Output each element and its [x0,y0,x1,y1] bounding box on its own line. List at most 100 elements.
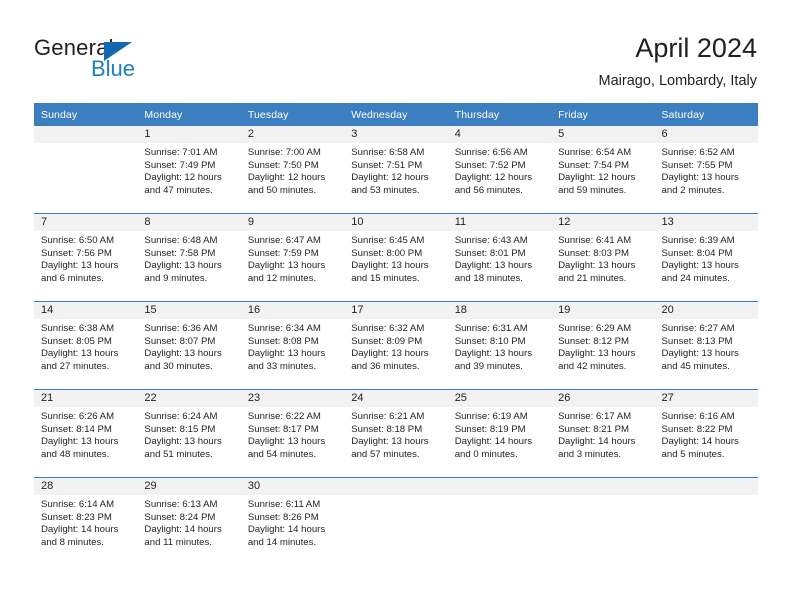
sunset-text: Sunset: 7:51 PM [351,159,423,171]
sunset-text: Sunset: 8:00 PM [351,247,423,259]
weekday-header-saturday: Saturday [654,103,758,126]
day-number: 23 [240,390,345,407]
calendar-day-cell [447,477,552,565]
sunset-text: Sunset: 7:54 PM [558,159,630,171]
sunrise-text: Sunrise: 6:48 AM [144,235,218,246]
sunrise-text: Sunrise: 6:36 AM [144,323,218,334]
masthead: General Blue April 2024 Mairago, Lombard… [0,0,792,102]
sunset-text: Sunset: 8:23 PM [41,511,112,523]
calendar-day-cell[interactable]: 10 Sunrise: 6:45 AM Sunset: 8:00 PM Dayligh… [344,213,448,302]
day-details: Sunrise: 6:38 AM Sunset: 8:05 PM Daylight:… [34,319,137,373]
day-cell-inner: 29 Sunrise: 6:13 AM Sunset: 8:24 PM Dayligh… [137,478,241,565]
day-number [551,478,655,495]
sunset-text: Sunset: 8:12 PM [558,335,630,347]
general-blue-logo[interactable]: General Blue [34,36,234,86]
calendar-day-cell[interactable]: 16 Sunrise: 6:34 AM Sunset: 8:08 PM Dayligh… [240,301,345,390]
daylight-text-line2: and 8 minutes. [41,536,104,548]
daylight-text-line2: and 5 minutes. [661,448,725,460]
calendar-day-cell[interactable]: 7 Sunrise: 6:50 AM Sunset: 7:56 PM Daylight… [34,213,138,302]
sunrise-text: Sunrise: 6:17 AM [558,411,632,422]
sunrise-text: Sunrise: 6:13 AM [144,499,218,510]
daylight-text-line1: Daylight: 13 hours [144,348,222,360]
calendar-table: Sunday Monday Tuesday Wednesday Thursday… [34,103,758,565]
day-cell-inner: 5 Sunrise: 6:54 AM Sunset: 7:54 PM Daylight… [551,126,655,213]
day-details: Sunrise: 6:11 AM Sunset: 8:26 PM Daylight:… [241,495,344,549]
daylight-text-line2: and 42 minutes. [558,360,627,372]
day-cell-inner: 10 Sunrise: 6:45 AM Sunset: 8:00 PM Dayligh… [344,214,448,301]
calendar-day-cell[interactable]: 25 Sunrise: 6:19 AM Sunset: 8:19 PM Dayligh… [447,389,552,478]
daylight-text-line1: Daylight: 14 hours [41,524,119,536]
day-details: Sunrise: 6:26 AM Sunset: 8:14 PM Daylight:… [34,407,137,461]
calendar-day-cell[interactable]: 18 Sunrise: 6:31 AM Sunset: 8:10 PM Dayligh… [447,301,552,390]
calendar-day-cell[interactable]: 17 Sunrise: 6:32 AM Sunset: 8:09 PM Dayligh… [344,301,448,390]
day-cell-inner: 28 Sunrise: 6:14 AM Sunset: 8:23 PM Dayligh… [34,478,138,565]
page-subtitle: Mairago, Lombardy, Italy [598,73,758,89]
calendar-day-cell[interactable]: 2 Sunrise: 7:00 AM Sunset: 7:50 PM Daylight… [240,126,345,214]
calendar-day-cell[interactable]: 29 Sunrise: 6:13 AM Sunset: 8:24 PM Dayligh… [137,477,241,565]
day-cell-inner: 23 Sunrise: 6:22 AM Sunset: 8:17 PM Dayligh… [240,390,345,477]
sunrise-text: Sunrise: 7:01 AM [144,147,218,158]
day-number: 21 [34,390,138,407]
calendar-day-cell[interactable]: 15 Sunrise: 6:36 AM Sunset: 8:07 PM Dayligh… [137,301,241,390]
sunrise-text: Sunrise: 6:45 AM [351,235,425,246]
daylight-text-line1: Daylight: 13 hours [558,260,636,272]
sunrise-text: Sunrise: 6:24 AM [144,411,218,422]
day-cell-inner [34,126,138,213]
calendar-day-cell[interactable]: 4 Sunrise: 6:56 AM Sunset: 7:52 PM Daylight… [447,126,552,214]
daylight-text-line1: Daylight: 14 hours [661,436,739,448]
day-details: Sunrise: 6:19 AM Sunset: 8:19 PM Daylight:… [448,407,551,461]
sunset-text: Sunset: 7:52 PM [454,159,526,171]
calendar-day-cell[interactable]: 1 Sunrise: 7:01 AM Sunset: 7:49 PM Daylight… [137,126,241,214]
daylight-text-line2: and 9 minutes. [144,272,208,284]
calendar-day-cell[interactable]: 30 Sunrise: 6:11 AM Sunset: 8:26 PM Dayligh… [240,477,345,565]
day-details: Sunrise: 6:54 AM Sunset: 7:54 PM Daylight:… [551,143,654,197]
calendar-day-cell[interactable]: 12 Sunrise: 6:41 AM Sunset: 8:03 PM Dayligh… [551,213,655,302]
day-cell-inner: 22 Sunrise: 6:24 AM Sunset: 8:15 PM Dayligh… [137,390,241,477]
daylight-text-line1: Daylight: 13 hours [247,348,326,360]
day-number: 15 [137,302,241,319]
daylight-text-line1: Daylight: 13 hours [454,348,533,360]
day-details: Sunrise: 6:21 AM Sunset: 8:18 PM Daylight:… [344,407,447,461]
daylight-text-line2: and 56 minutes. [454,184,523,196]
calendar-day-cell[interactable]: 9 Sunrise: 6:47 AM Sunset: 7:59 PM Daylight… [240,213,345,302]
calendar-day-cell[interactable]: 23 Sunrise: 6:22 AM Sunset: 8:17 PM Dayligh… [240,389,345,478]
calendar-week-row: 28 Sunrise: 6:14 AM Sunset: 8:23 PM Dayligh… [34,477,758,565]
day-details: Sunrise: 6:29 AM Sunset: 8:12 PM Daylight:… [551,319,654,373]
weekday-header-sunday: Sunday [34,103,138,126]
calendar-day-cell[interactable]: 21 Sunrise: 6:26 AM Sunset: 8:14 PM Dayligh… [34,389,138,478]
day-cell-inner: 17 Sunrise: 6:32 AM Sunset: 8:09 PM Dayligh… [344,302,448,389]
daylight-text-line1: Daylight: 13 hours [351,436,429,448]
calendar-day-cell[interactable]: 19 Sunrise: 6:29 AM Sunset: 8:12 PM Dayligh… [551,301,655,390]
day-number [34,126,138,143]
calendar-day-cell[interactable]: 6 Sunrise: 6:52 AM Sunset: 7:55 PM Daylight… [654,126,758,214]
calendar-day-cell [34,126,138,214]
calendar-day-cell[interactable]: 8 Sunrise: 6:48 AM Sunset: 7:58 PM Daylight… [137,213,241,302]
day-number: 8 [137,214,241,231]
calendar-day-cell[interactable]: 3 Sunrise: 6:58 AM Sunset: 7:51 PM Daylight… [344,126,448,214]
calendar-day-cell[interactable]: 13 Sunrise: 6:39 AM Sunset: 8:04 PM Dayligh… [654,213,758,302]
day-number: 12 [551,214,655,231]
calendar-day-cell[interactable]: 11 Sunrise: 6:43 AM Sunset: 8:01 PM Dayligh… [447,213,552,302]
sunrise-text: Sunrise: 6:56 AM [454,147,528,158]
day-details: Sunrise: 6:16 AM Sunset: 8:22 PM Daylight:… [655,407,758,461]
sunrise-text: Sunrise: 6:29 AM [558,323,632,334]
daylight-text-line2: and 18 minutes. [454,272,523,284]
calendar-day-cell[interactable]: 5 Sunrise: 6:54 AM Sunset: 7:54 PM Daylight… [551,126,655,214]
day-number: 25 [447,390,552,407]
daylight-text-line1: Daylight: 13 hours [351,348,429,360]
day-cell-inner: 6 Sunrise: 6:52 AM Sunset: 7:55 PM Daylight… [654,126,758,213]
day-details: Sunrise: 6:50 AM Sunset: 7:56 PM Daylight:… [34,231,137,285]
day-number: 22 [137,390,241,407]
calendar-day-cell[interactable]: 28 Sunrise: 6:14 AM Sunset: 8:23 PM Dayligh… [34,477,138,565]
calendar-day-cell[interactable]: 26 Sunrise: 6:17 AM Sunset: 8:21 PM Dayligh… [551,389,655,478]
day-number: 29 [137,478,241,495]
calendar-day-cell[interactable]: 20 Sunrise: 6:27 AM Sunset: 8:13 PM Dayligh… [654,301,758,390]
calendar-day-cell[interactable]: 24 Sunrise: 6:21 AM Sunset: 8:18 PM Dayligh… [344,389,448,478]
day-cell-inner: 26 Sunrise: 6:17 AM Sunset: 8:21 PM Dayligh… [551,390,655,477]
day-number: 5 [551,126,655,143]
calendar-day-cell[interactable]: 14 Sunrise: 6:38 AM Sunset: 8:05 PM Dayligh… [34,301,138,390]
day-details: Sunrise: 6:47 AM Sunset: 7:59 PM Daylight:… [241,231,344,285]
calendar-day-cell[interactable]: 22 Sunrise: 6:24 AM Sunset: 8:15 PM Dayligh… [137,389,241,478]
calendar-day-cell[interactable]: 27 Sunrise: 6:16 AM Sunset: 8:22 PM Dayligh… [654,389,758,478]
daylight-text-line1: Daylight: 13 hours [144,436,222,448]
